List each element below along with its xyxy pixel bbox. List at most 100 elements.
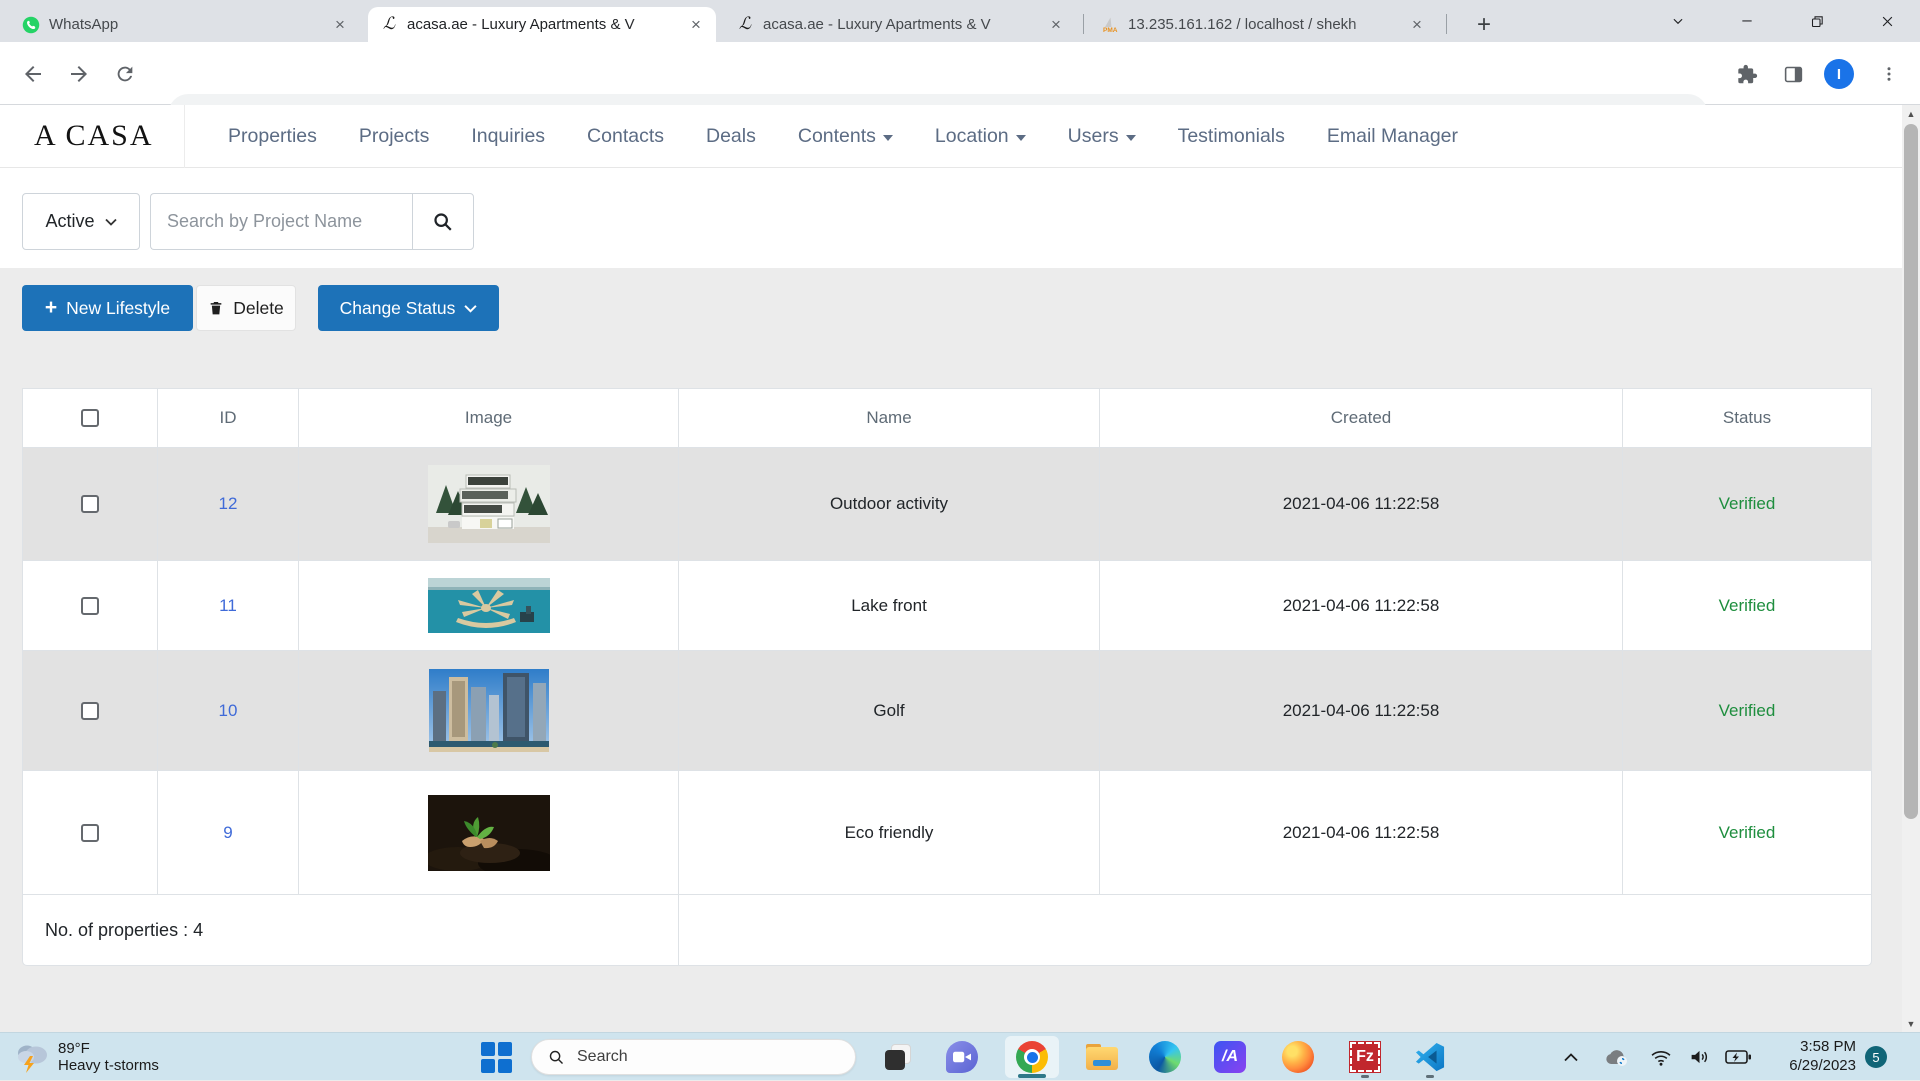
nav-projects[interactable]: Projects [359,125,429,148]
delete-button[interactable]: Delete [196,285,296,331]
file-explorer-button[interactable] [1085,1040,1119,1074]
nav-inquiries[interactable]: Inquiries [471,125,545,148]
nav-properties[interactable]: Properties [228,125,317,148]
tab-title: 13.235.161.162 / localhost / shekh [1128,16,1399,33]
row-created: 2021-04-06 11:22:58 [1100,561,1623,650]
tab-title: acasa.ae - Luxury Apartments & V [763,16,1038,33]
clock-time: 3:58 PM [1752,1038,1856,1057]
nav-location[interactable]: Location [935,125,1026,148]
vscode-button[interactable] [1413,1040,1447,1074]
row-id-link[interactable]: 11 [219,596,237,616]
tab-close-icon[interactable]: × [1046,15,1066,35]
acasa-favicon: ℒ [380,16,398,34]
teams-chat-button[interactable] [945,1040,979,1074]
tab-search-chevron-icon[interactable] [1655,0,1701,42]
start-button[interactable] [480,1041,512,1073]
browser-profile-avatar[interactable]: I [1824,59,1854,89]
extensions-puzzle-icon[interactable] [1730,57,1764,91]
chevron-up-icon [1563,1052,1579,1062]
select-all-checkbox[interactable] [81,409,99,427]
filezilla-icon: Fz [1350,1042,1380,1072]
onedrive-tray-icon[interactable] [1600,1033,1632,1081]
tab-acasa-2[interactable]: ℒ acasa.ae - Luxury Apartments & V × [724,7,1076,42]
change-status-button[interactable]: Change Status [318,285,499,331]
row-created: 2021-04-06 11:22:58 [1100,771,1623,894]
main-navigation: Properties Projects Inquiries Contacts D… [228,105,1458,168]
tab-acasa-active[interactable]: ℒ acasa.ae - Luxury Apartments & V × [368,7,716,42]
purple-a-app-button[interactable]: /A [1213,1040,1247,1074]
page-scrollbar[interactable]: ▲ ▼ [1902,105,1920,1032]
scrollbar-thumb[interactable] [1904,124,1918,819]
chrome-icon [1016,1041,1048,1073]
side-panel-icon[interactable] [1776,57,1810,91]
row-checkbox[interactable] [81,495,99,513]
scroll-down-arrow[interactable]: ▼ [1902,1015,1920,1032]
window-minimize-button[interactable] [1724,0,1770,42]
tab-close-icon[interactable]: × [686,15,706,35]
row-created: 2021-04-06 11:22:58 [1100,651,1623,770]
row-status: Verified [1623,561,1871,650]
column-header-created: Created [1100,389,1623,447]
nav-email-manager[interactable]: Email Manager [1327,125,1458,148]
firefox-button[interactable] [1281,1040,1315,1074]
nav-contents[interactable]: Contents [798,125,893,148]
edge-icon [1149,1041,1181,1073]
tab-close-icon[interactable]: × [330,15,350,35]
tab-whatsapp[interactable]: WhatsApp × [10,7,360,42]
reload-button[interactable] [108,57,142,91]
table-header-row: ID Image Name Created Status [23,389,1871,448]
new-lifestyle-button[interactable]: + New Lifestyle [22,285,193,331]
row-checkbox[interactable] [81,824,99,842]
windows-taskbar: 89°F Heavy t-storms Search /A [0,1032,1920,1080]
search-icon [548,1049,565,1066]
nav-deals[interactable]: Deals [706,125,756,148]
folder-icon [1086,1044,1118,1070]
row-status: Verified [1623,771,1871,894]
nav-testimonials[interactable]: Testimonials [1178,125,1285,148]
battery-tray-icon[interactable] [1722,1033,1754,1081]
forward-button[interactable] [62,57,96,91]
row-checkbox[interactable] [81,597,99,615]
notification-center-badge[interactable]: 5 [1865,1046,1887,1068]
search-input[interactable] [150,193,412,250]
volume-tray-icon[interactable] [1685,1033,1713,1081]
tray-show-hidden-icons[interactable] [1556,1033,1586,1081]
row-id-link[interactable]: 10 [219,701,238,721]
purple-a-app-icon: /A [1214,1041,1246,1073]
chat-icon [946,1041,978,1073]
weather-temperature: 89°F [58,1040,159,1057]
chevron-down-icon [464,304,477,313]
storm-cloud-icon [14,1040,50,1074]
browser-menu-kebab-icon[interactable] [1872,57,1906,91]
window-close-button[interactable] [1864,0,1910,42]
status-filter-dropdown[interactable]: Active [22,193,140,250]
taskbar-search[interactable]: Search [531,1039,856,1075]
tab-phpmyadmin[interactable]: PMA 13.235.161.162 / localhost / shekh × [1089,7,1437,42]
row-id-link[interactable]: 12 [219,494,238,514]
wifi-tray-icon[interactable] [1647,1033,1675,1081]
row-checkbox[interactable] [81,702,99,720]
scroll-up-arrow[interactable]: ▲ [1902,105,1920,122]
firefox-icon [1282,1041,1314,1073]
active-app-indicator [1018,1074,1046,1078]
task-view-button[interactable] [881,1040,915,1074]
tab-close-icon[interactable]: × [1407,15,1427,35]
nav-contacts[interactable]: Contacts [587,125,664,148]
row-id-link[interactable]: 9 [223,823,232,843]
chrome-taskbar-button[interactable] [1015,1040,1049,1074]
row-name: Eco friendly [679,771,1100,894]
search-icon [432,211,454,233]
filezilla-button[interactable]: Fz [1348,1040,1382,1074]
browser-tab-bar: WhatsApp × ℒ acasa.ae - Luxury Apartment… [0,0,1920,42]
row-status: Verified [1623,448,1871,560]
weather-widget[interactable]: 89°F Heavy t-storms [14,1035,159,1079]
search-button[interactable] [412,193,474,250]
clock-date: 6/29/2023 [1752,1057,1856,1076]
back-button[interactable] [16,57,50,91]
taskbar-clock[interactable]: 3:58 PM 6/29/2023 [1752,1038,1856,1076]
edge-button[interactable] [1148,1040,1182,1074]
site-logo[interactable]: A CASA [34,119,154,153]
window-restore-button[interactable] [1794,0,1840,42]
nav-users[interactable]: Users [1068,125,1136,148]
new-tab-button[interactable]: + [1468,9,1500,41]
